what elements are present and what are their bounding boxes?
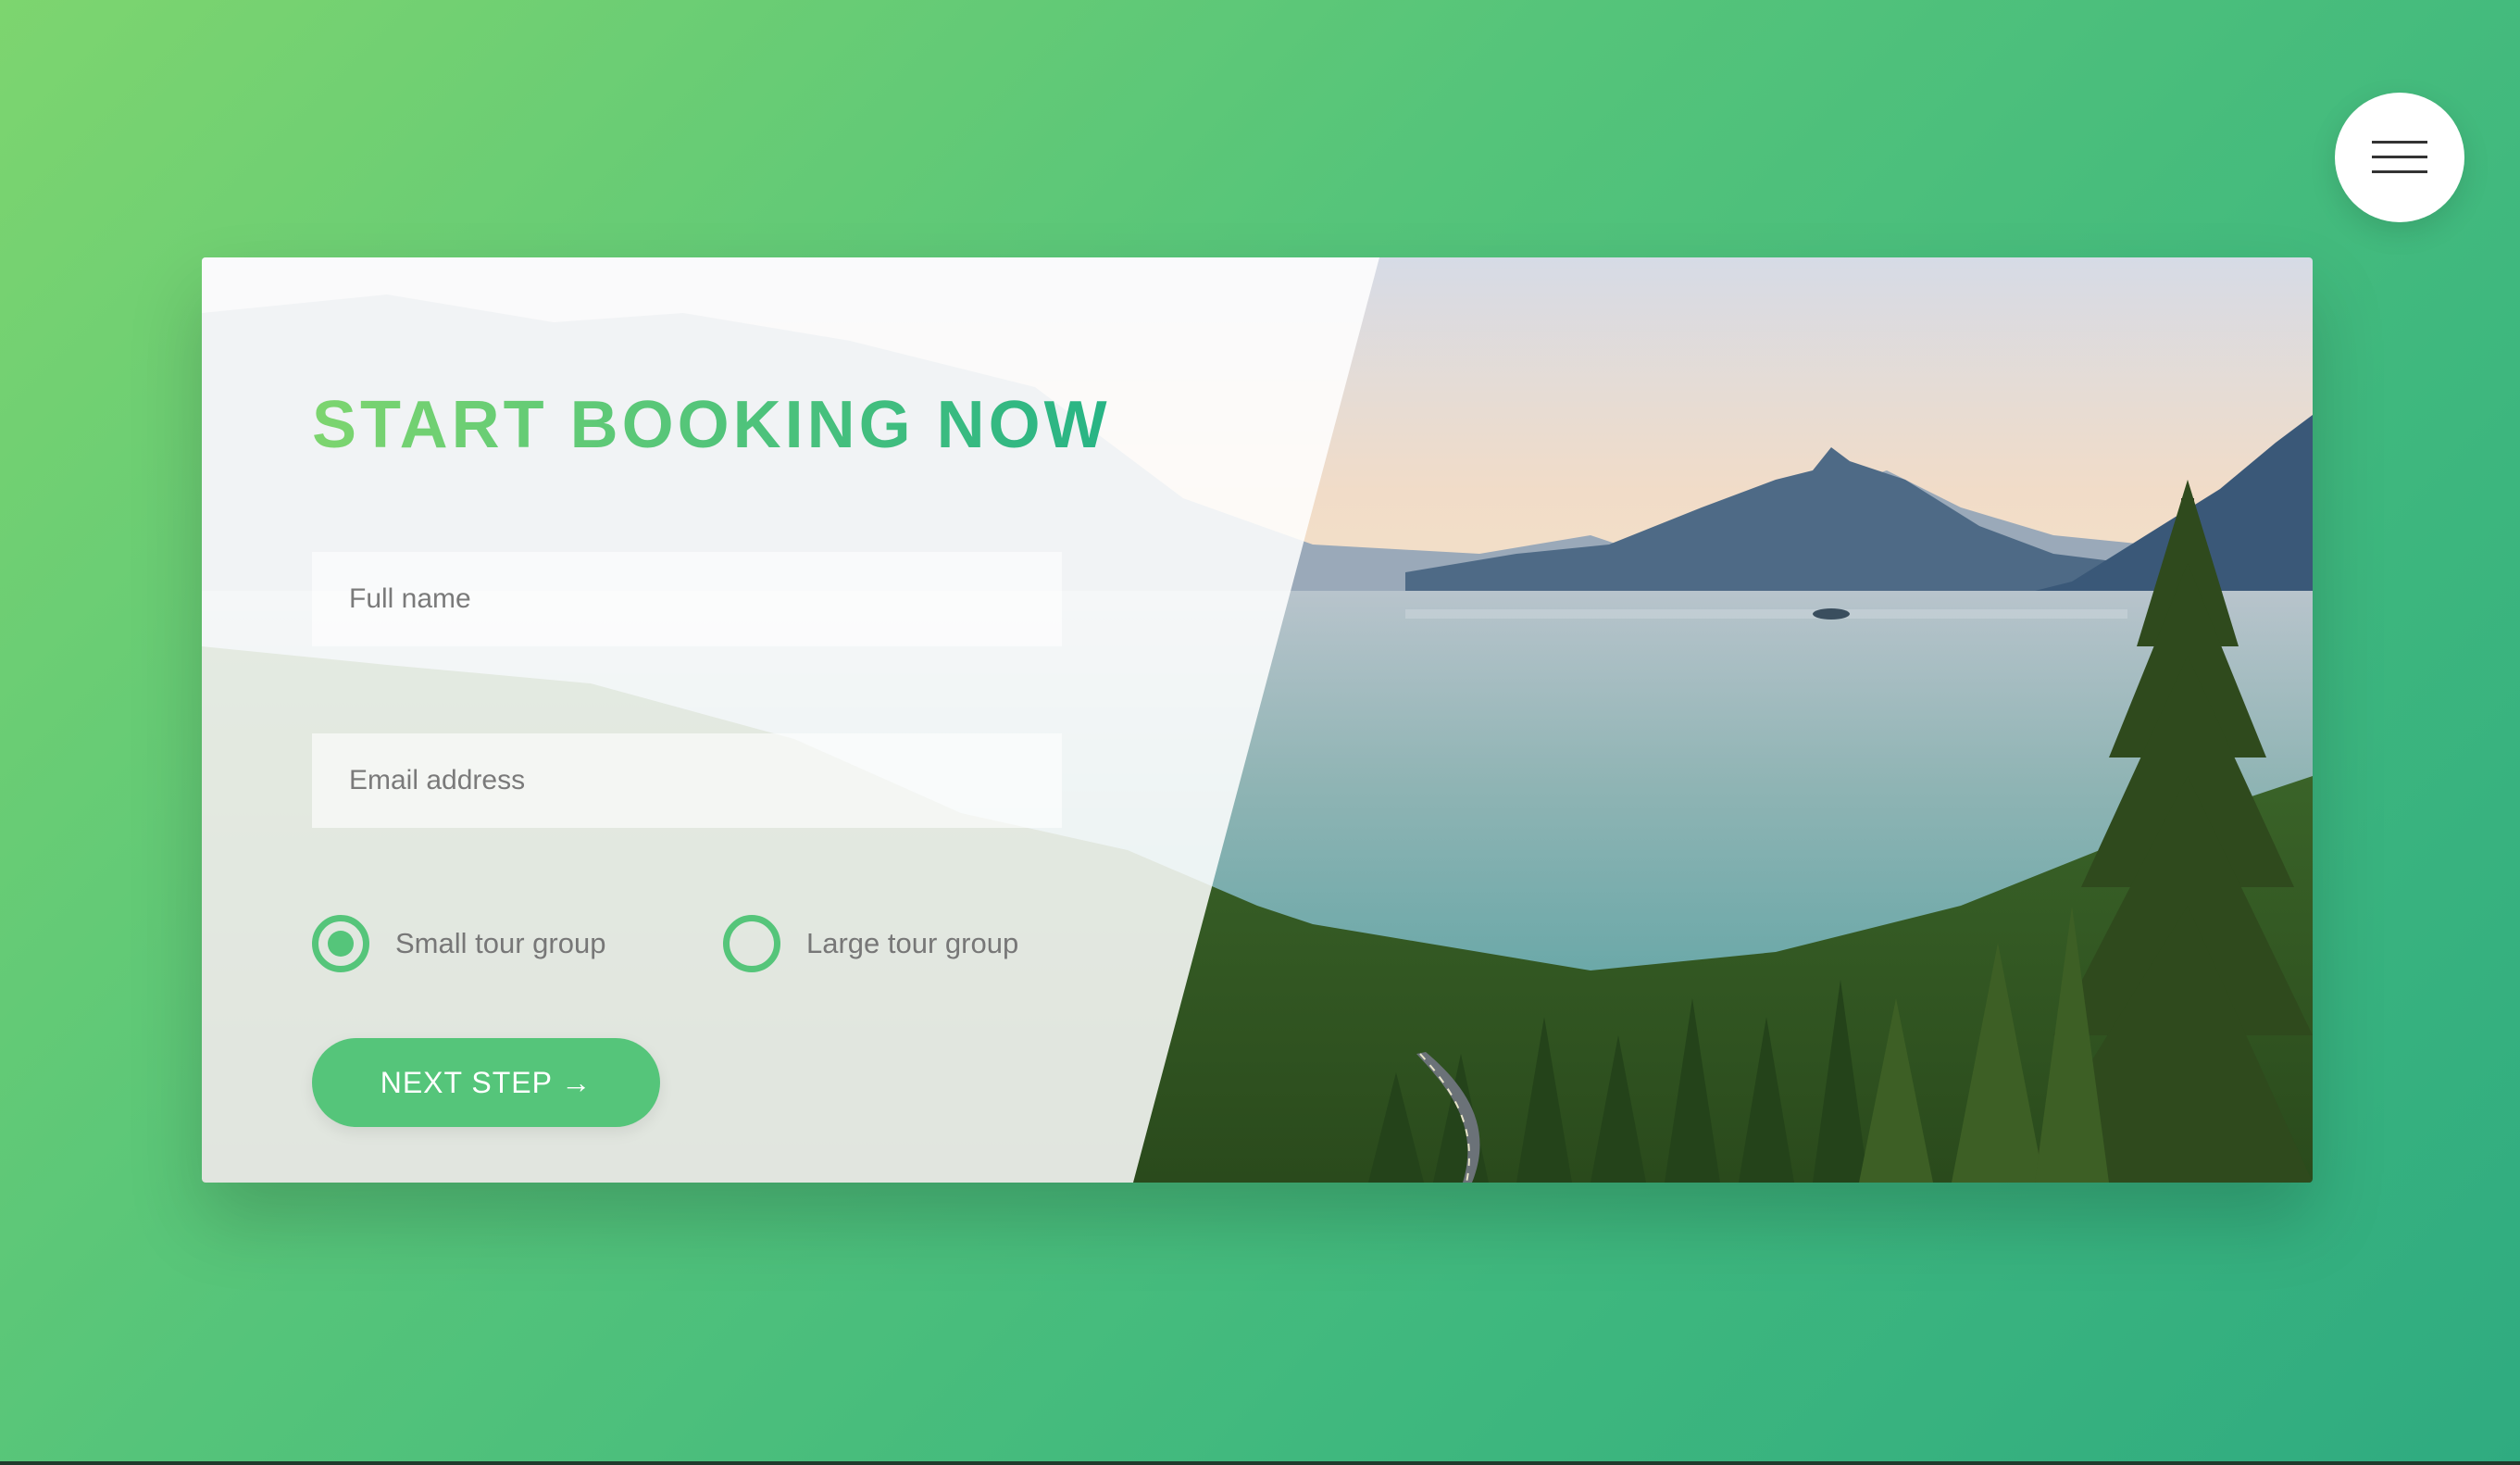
radio-small-tour-group[interactable]: Small tour group (312, 915, 605, 972)
full-name-input[interactable] (312, 552, 1062, 646)
hamburger-menu-icon (2372, 139, 2427, 176)
booking-card: START BOOKING NOW Small tour group Large… (202, 257, 2313, 1183)
email-input[interactable] (312, 733, 1062, 828)
bottom-border (0, 1461, 2520, 1465)
radio-small-label: Small tour group (395, 927, 606, 959)
radio-unchecked-icon (723, 915, 780, 972)
next-step-button[interactable]: NEXT STEP → (312, 1038, 660, 1127)
page-title: START BOOKING NOW (312, 388, 1111, 462)
radio-large-tour-group[interactable]: Large tour group (723, 915, 1018, 972)
radio-large-label: Large tour group (806, 927, 1019, 959)
menu-button[interactable] (2335, 93, 2464, 222)
radio-checked-icon (312, 915, 369, 972)
